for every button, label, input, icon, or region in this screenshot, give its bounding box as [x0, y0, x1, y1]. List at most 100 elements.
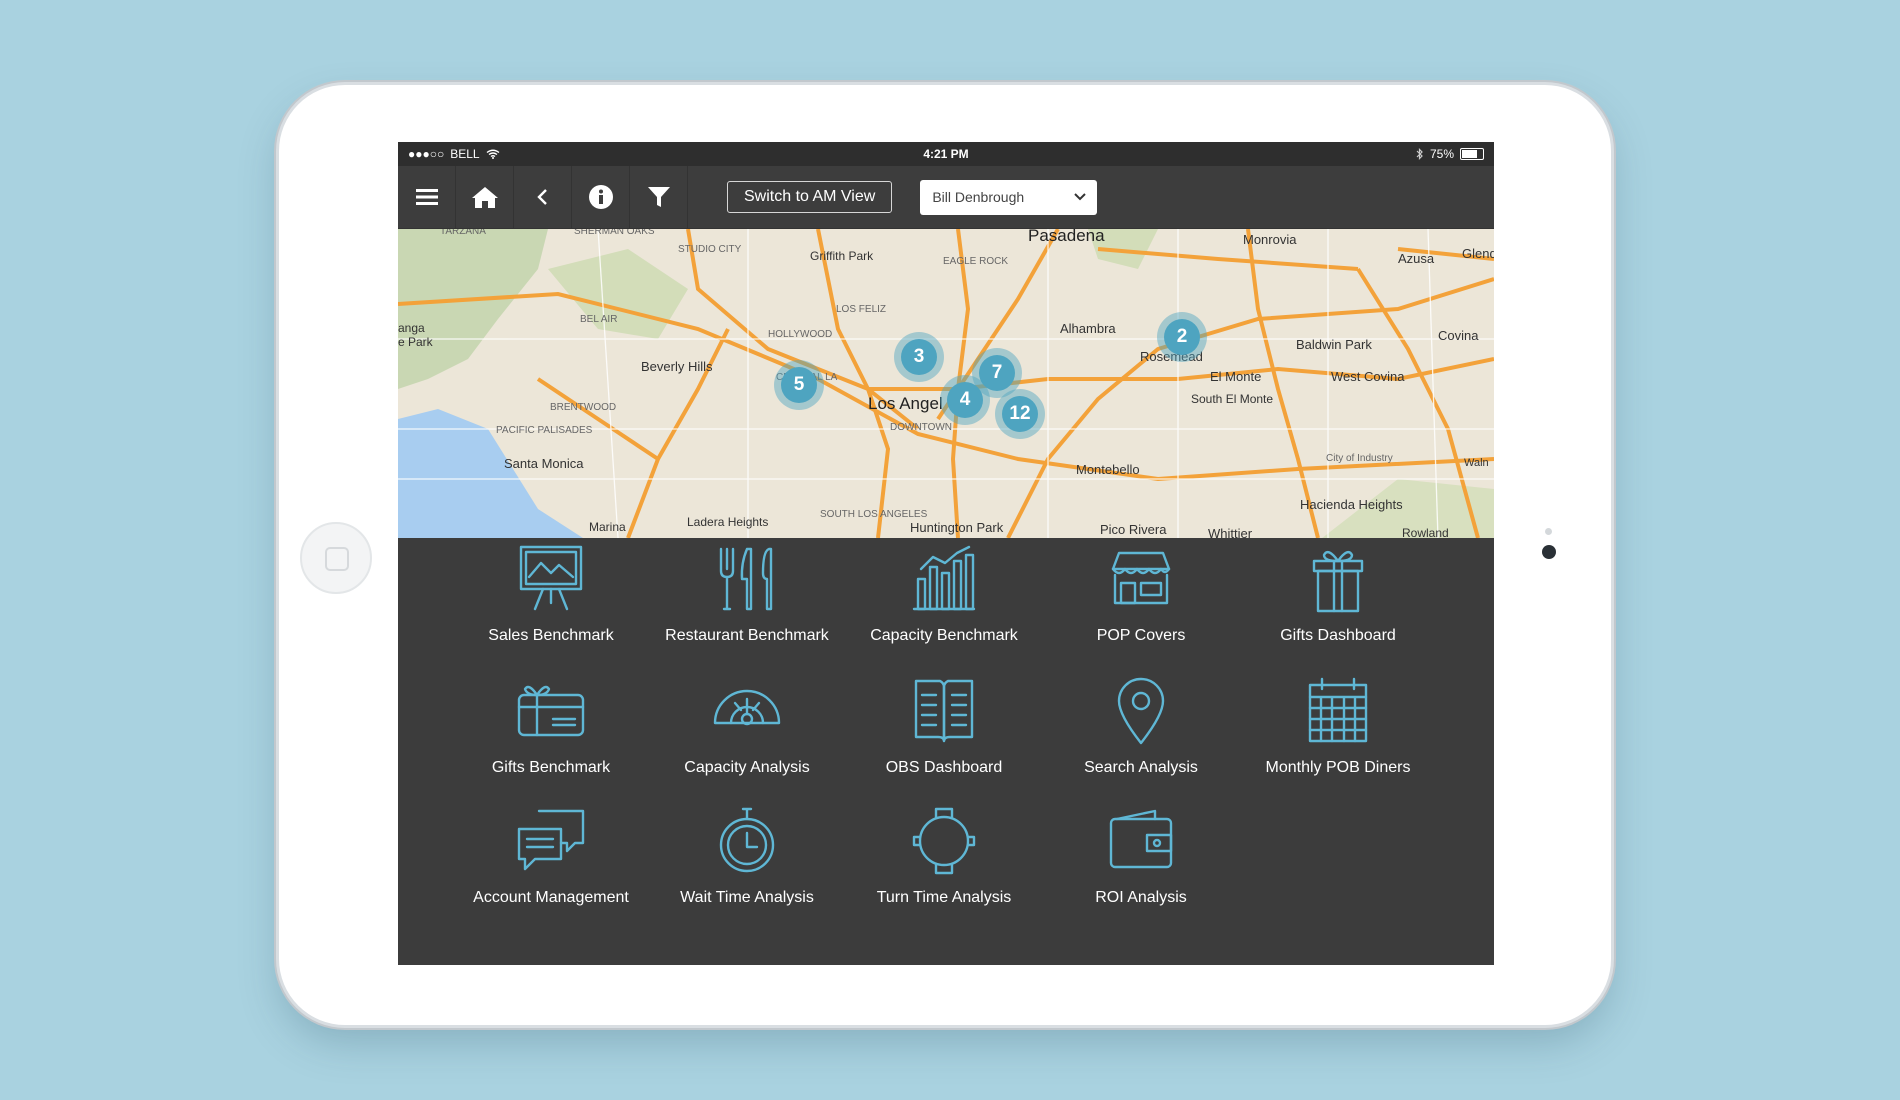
map-view[interactable]: Pasadena Monrovia Azusa Glend Griffith P… [398, 229, 1494, 538]
presentation-board-icon [519, 545, 583, 611]
home-hardware-button[interactable] [300, 522, 372, 594]
tile-gifts-benchmark[interactable]: Gifts Benchmark [453, 669, 649, 799]
bar-chart-icon [912, 545, 976, 611]
tile-obs-dashboard[interactable]: OBS Dashboard [846, 669, 1042, 799]
map-label: Alhambra [1060, 321, 1116, 336]
calendar-icon [1308, 677, 1368, 743]
gift-card-icon [517, 685, 585, 737]
tile-roi-analysis[interactable]: ROI Analysis [1043, 799, 1239, 929]
carrier-label: BELL [450, 147, 480, 161]
map-label: Hacienda Heights [1300, 497, 1403, 512]
signal-icon: ●●●○○ [408, 147, 445, 161]
tile-label: Account Management [473, 889, 629, 906]
map-label: BRENTWOOD [550, 402, 617, 413]
map-cluster-marker[interactable]: 2 [1164, 319, 1200, 355]
map-label: Ladera Heights [687, 515, 769, 529]
map-label: Pasadena [1028, 229, 1105, 245]
map-label: Monrovia [1243, 232, 1297, 247]
map-label: HOLLYWOOD [768, 329, 833, 340]
app-screen: ●●●○○ BELL 4:21 PM 75% Switch to AM View [398, 142, 1494, 965]
tile-restaurant-benchmark[interactable]: Restaurant Benchmark [649, 537, 845, 667]
map-label: Los Angel [868, 394, 943, 413]
tile-label: Gifts Benchmark [491, 759, 611, 776]
watch-icon [912, 807, 976, 875]
map-label: DOWNTOWN [890, 422, 953, 433]
map-label: El Monte [1210, 369, 1262, 384]
wifi-icon [486, 149, 500, 159]
map-label: Beverly Hills [641, 359, 713, 374]
open-book-icon [914, 679, 974, 743]
status-bar: ●●●○○ BELL 4:21 PM 75% [398, 142, 1494, 166]
tile-label: Wait Time Analysis [680, 889, 814, 906]
map-label: Montebello [1076, 462, 1140, 477]
map-label: EAGLE ROCK [943, 256, 1009, 267]
map-label: Baldwin Park [1296, 337, 1372, 352]
map-label: SHERMAN OAKS [574, 229, 655, 237]
map-label: City of Industry [1326, 453, 1393, 464]
tile-monthly-pob-diners[interactable]: Monthly POB Diners [1240, 669, 1436, 799]
map-cluster-marker[interactable]: 4 [947, 382, 983, 418]
map-label: SOUTH LOS ANGELES [820, 509, 928, 520]
tile-capacity-benchmark[interactable]: Capacity Benchmark [846, 537, 1042, 667]
clock: 4:21 PM [923, 147, 969, 161]
wallet-icon [1109, 809, 1173, 869]
info-icon[interactable] [572, 166, 630, 228]
tile-label: Capacity Analysis [684, 759, 810, 776]
map-label: West Covina [1331, 369, 1405, 384]
tile-pop-covers[interactable]: POP Covers [1043, 537, 1239, 667]
tile-wait-time-analysis[interactable]: Wait Time Analysis [649, 799, 845, 929]
map-cluster-marker[interactable]: 12 [1002, 396, 1038, 432]
tile-label: ROI Analysis [1095, 889, 1187, 906]
tile-gifts-dashboard[interactable]: Gifts Dashboard [1240, 537, 1436, 667]
bluetooth-icon [1416, 148, 1423, 160]
map-label: anga [398, 321, 425, 335]
storefront-icon [1111, 551, 1171, 605]
stopwatch-icon [719, 807, 775, 873]
switch-to-am-view-button[interactable]: Switch to AM View [727, 181, 893, 213]
map-cluster-marker[interactable]: 7 [979, 355, 1015, 391]
battery-icon [1460, 148, 1484, 160]
map-label: Marina [589, 520, 626, 534]
home-icon[interactable] [456, 166, 514, 228]
map-pin-icon [1117, 677, 1165, 745]
gift-box-icon [1312, 550, 1364, 613]
map-label: STUDIO CITY [678, 244, 742, 255]
tile-capacity-analysis[interactable]: Capacity Analysis [649, 669, 845, 799]
map-label: Covina [1438, 328, 1479, 343]
tile-label: Capacity Benchmark [870, 627, 1018, 644]
tile-search-analysis[interactable]: Search Analysis [1043, 669, 1239, 799]
back-chevron-icon[interactable] [514, 166, 572, 228]
tile-label: Restaurant Benchmark [665, 627, 829, 644]
chat-bubbles-icon [517, 809, 585, 871]
map-label: Griffith Park [810, 249, 874, 263]
map-cluster-marker[interactable]: 5 [781, 367, 817, 403]
map-cluster-marker[interactable]: 3 [901, 339, 937, 375]
tile-label: POP Covers [1096, 627, 1186, 644]
gauge-icon [713, 689, 781, 726]
map-label: e Park [398, 335, 433, 349]
utensils-icon [719, 547, 773, 611]
tile-sales-benchmark[interactable]: Sales Benchmark [453, 537, 649, 667]
map-label: PACIFIC PALISADES [496, 425, 593, 436]
tile-turn-time-analysis[interactable]: Turn Time Analysis [846, 799, 1042, 929]
tile-account-management[interactable]: Account Management [453, 799, 649, 929]
light-sensor [1545, 528, 1552, 535]
tile-label: Gifts Dashboard [1280, 627, 1396, 644]
map-label: Huntington Park [910, 520, 1004, 535]
user-select[interactable]: Bill Denbrough [920, 179, 1098, 215]
tile-label: Search Analysis [1084, 759, 1198, 776]
user-select-value: Bill Denbrough [932, 189, 1025, 205]
map-label: TARZANA [440, 229, 486, 237]
chevron-down-icon [1074, 193, 1087, 201]
map-label: Santa Monica [504, 456, 584, 471]
filter-icon[interactable] [630, 166, 688, 228]
toolbar: Switch to AM View Bill Denbrough [398, 166, 1494, 229]
hamburger-icon[interactable] [398, 166, 456, 228]
map-label: Azusa [1398, 251, 1435, 266]
tile-label: Turn Time Analysis [876, 889, 1012, 906]
map-label: LOS FELIZ [836, 304, 887, 315]
tile-label: Sales Benchmark [488, 627, 614, 644]
map-label: Pico Rivera [1100, 522, 1167, 537]
map-label: Waln [1464, 457, 1489, 469]
map-canvas [398, 229, 1494, 538]
